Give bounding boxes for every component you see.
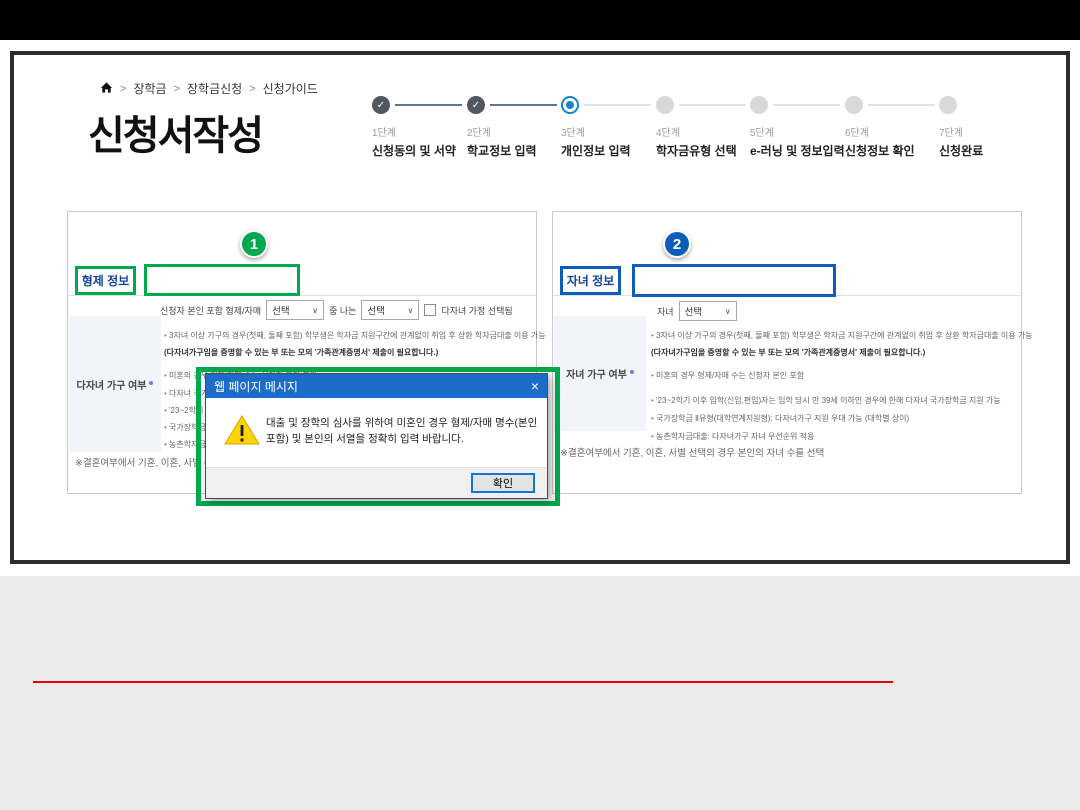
confirm-button[interactable]: 확인	[471, 473, 535, 493]
breadcrumb: > 장학금 > 장학금신청 > 신청가이드	[100, 80, 318, 97]
close-icon[interactable]: ×	[531, 379, 539, 393]
step-todo-icon	[939, 96, 957, 114]
bullet-item: (다자녀가구임을 증명할 수 있는 부 또는 모의 '가족관계증명서' 제출이 …	[651, 346, 1017, 359]
bullet-item: 국가장학금 Ⅱ유형(대학연계지원형): 다자녀가구 지원 우대 가능 (대학별 …	[651, 412, 1017, 425]
red-underline	[33, 681, 893, 683]
webpage-message-dialog: 웹 페이지 메시지 × 대출 및 장학의 심사를 위하여 미혼인 경우 형제/자…	[205, 373, 548, 499]
breadcrumb-item-apply[interactable]: 장학금신청	[187, 80, 242, 97]
breadcrumb-separator: >	[174, 83, 180, 95]
breadcrumb-item-scholarship[interactable]: 장학금	[133, 80, 166, 97]
home-icon[interactable]	[100, 81, 113, 97]
top-black-bar	[0, 0, 1080, 40]
step-todo-icon	[656, 96, 674, 114]
sibling-count-label: 신청자 본인 포함 형제/자매	[160, 304, 261, 317]
children-panel-note: ※결혼여부에서 기혼, 이혼, 사별 선택의 경우 본인의 자녀 수를 선택	[560, 445, 824, 459]
children-info-panel: 2 자녀 정보 자녀 선택 ∨ 자녀 가구 여부 3자녀 이상 가구의 경우(첫…	[552, 211, 1022, 494]
step-number: 7단계	[939, 124, 1051, 139]
breadcrumb-item-guide[interactable]: 신청가이드	[263, 80, 318, 97]
bullet-item: 미혼의 경우 형제/자매 수는 신청자 본인 포함	[651, 369, 1017, 382]
bullet-item: (다자녀가구임을 증명할 수 있는 부 또는 모의 '가족관계증명서' 제출이 …	[164, 346, 532, 359]
dialog-titlebar[interactable]: 웹 페이지 메시지 ×	[206, 374, 547, 398]
stepper-step-7: 7단계 신청완료	[939, 96, 1051, 159]
dialog-footer: 확인	[206, 467, 547, 498]
dialog-title-text: 웹 페이지 메시지	[214, 378, 531, 395]
sibling-rank-label: 중 나는	[329, 304, 356, 317]
breadcrumb-separator: >	[249, 83, 255, 95]
annotation-badge-1: 1	[240, 230, 268, 258]
multi-child-row-label: 다자녀 가구 여부	[69, 316, 161, 452]
section-title-sibling: 형제 정보	[75, 266, 136, 295]
page-title: 신청서작성	[88, 103, 262, 161]
step-current-icon	[561, 96, 579, 114]
panel-divider	[68, 295, 536, 296]
required-dot	[149, 381, 153, 385]
sibling-form-row: 신청자 본인 포함 형제/자매 선택 ∨ 중 나는 선택 ∨ 다자녀 가정 선택…	[160, 300, 513, 320]
bullet-item: '23~2학기 이후 입학(신입,편입)자는 입학 당시 만 39세 이하인 경…	[651, 394, 1017, 407]
warning-icon	[224, 414, 260, 451]
annotation-rect-2	[632, 264, 836, 297]
section-title-children: 자녀 정보	[560, 266, 621, 295]
children-count-select[interactable]: 선택 ∨	[679, 301, 737, 321]
bullet-item: 3자녀 이상 가구의 경우(첫째, 둘째 포함) 학부생은 학자금 지원구간에 …	[164, 329, 532, 342]
dialog-message: 대출 및 장학의 심사를 위하여 미혼인 경우 형제/자매 명수(본인 포함) …	[266, 415, 537, 447]
step-todo-icon	[750, 96, 768, 114]
required-dot	[630, 370, 634, 374]
bottom-gray-area	[0, 576, 1080, 810]
children-info-bullets: 3자녀 이상 가구의 경우(첫째, 둘째 포함) 학부생은 학자금 지원구간에 …	[651, 329, 1017, 443]
annotation-badge-2: 2	[663, 230, 691, 258]
bullet-item: 농촌학자금대출: 다자녀가구 자녀 우선순위 적용	[651, 430, 1017, 443]
children-form-row: 자녀 선택 ∨	[657, 301, 737, 321]
step-todo-icon	[845, 96, 863, 114]
multi-child-checkbox-label: 다자녀 가정 선택됨	[441, 304, 512, 317]
step-label: 신청완료	[939, 142, 1051, 159]
children-row-label: 자녀 가구 여부	[554, 316, 646, 431]
sibling-rank-select[interactable]: 선택 ∨	[361, 300, 419, 320]
dialog-body: 대출 및 장학의 심사를 위하여 미혼인 경우 형제/자매 명수(본인 포함) …	[206, 398, 547, 467]
annotation-rect-1	[144, 264, 300, 296]
step-done-check-icon: ✓	[372, 96, 390, 114]
progress-stepper: ✓ 1단계 신청동의 및 서약 ✓ 2단계 학교정보 입력 3단계 개인정보 입…	[372, 96, 1052, 166]
children-count-label: 자녀	[657, 305, 674, 318]
chevron-down-icon: ∨	[725, 307, 731, 316]
chevron-down-icon: ∨	[408, 306, 414, 315]
multi-child-checkbox[interactable]	[424, 304, 436, 316]
breadcrumb-separator: >	[120, 83, 126, 95]
bullet-item: 3자녀 이상 가구의 경우(첫째, 둘째 포함) 학부생은 학자금 지원구간에 …	[651, 329, 1017, 342]
sibling-count-select[interactable]: 선택 ∨	[266, 300, 324, 320]
chevron-down-icon: ∨	[312, 306, 318, 315]
step-done-check-icon: ✓	[467, 96, 485, 114]
